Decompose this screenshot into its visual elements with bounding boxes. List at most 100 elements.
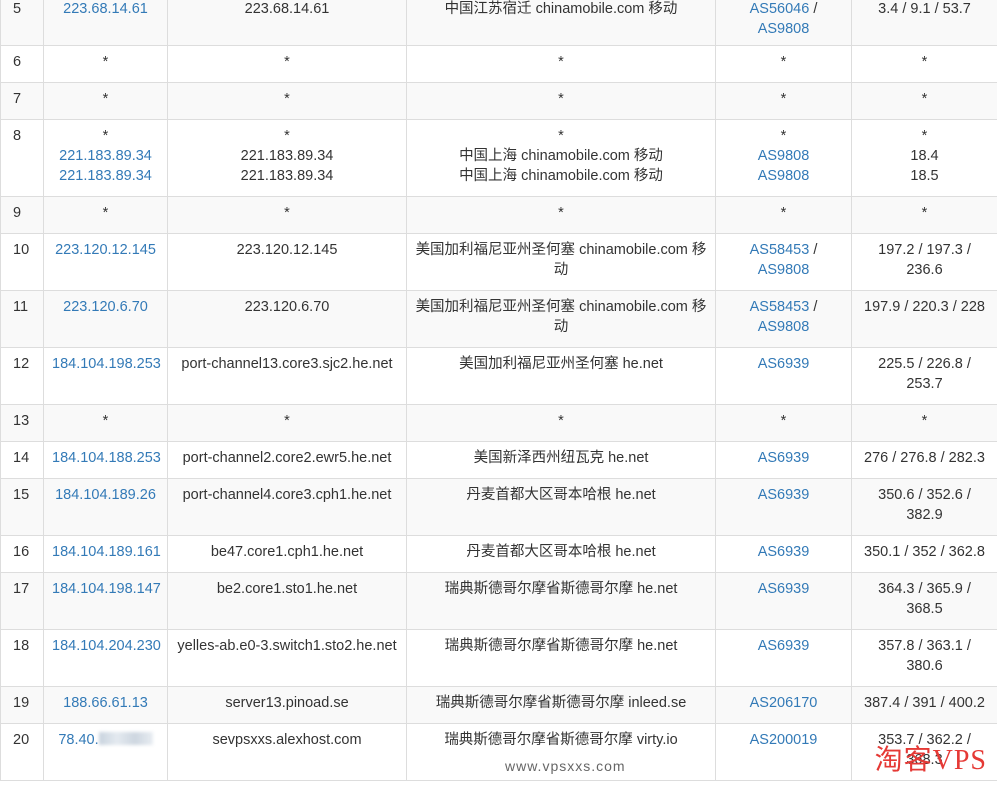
location-cell: 瑞典斯德哥尔摩省斯德哥尔摩 he.net: [406, 572, 716, 630]
ip-address-cell: 184.104.189.161: [43, 535, 168, 573]
location-text: 美国加利福尼亚州圣何塞 chinamobile.com 移动: [415, 299, 707, 335]
table-row: 10 223.120.12.145 223.120.12.145 美国加利福尼亚州圣何…: [0, 233, 997, 291]
table-row: 6 * * * * *: [0, 45, 997, 83]
ip-address-link[interactable]: 78.40.: [58, 732, 98, 748]
latency-cell: 364.3 / 365.9 / 368.5: [851, 572, 997, 630]
asn-link[interactable]: AS6939: [724, 448, 843, 468]
ip-address-link[interactable]: 184.104.204.230: [52, 636, 161, 656]
latency-text: 3.4 / 9.1 / 53.7: [878, 1, 971, 17]
location-text: *: [558, 413, 564, 429]
ip-address-cell: 223.120.12.145: [43, 233, 168, 291]
hostname-cell: be47.core1.cph1.he.net: [167, 535, 407, 573]
hostname-text: *: [284, 128, 290, 144]
ip-address-link[interactable]: 184.104.198.253: [52, 354, 161, 374]
hostname-text: *: [284, 54, 290, 70]
location-cell: *: [406, 404, 716, 442]
asn-link[interactable]: AS9808: [724, 317, 843, 337]
watermark-url: www.vpsxxs.com: [505, 758, 626, 774]
ip-address-cell: 184.104.198.253: [43, 347, 168, 405]
ip-address-cell: *: [43, 45, 168, 83]
location-text: 丹麦首都大区哥本哈根 he.net: [466, 487, 656, 503]
table-row: 14 184.104.188.253 port-channel2.core2.ewr…: [0, 441, 997, 479]
asn-link[interactable]: AS9808: [724, 19, 843, 39]
table-row: 9 * * * * *: [0, 196, 997, 234]
asn-separator: /: [809, 242, 818, 258]
asn-link[interactable]: AS206170: [724, 693, 843, 713]
asn-text: *: [780, 54, 787, 70]
hop-number-cell: 12: [0, 347, 44, 405]
asn-cell: AS56046 / AS9808: [715, 0, 852, 46]
ip-address-link[interactable]: 223.120.6.70: [52, 297, 159, 317]
asn-link[interactable]: AS58453: [750, 242, 810, 258]
ip-address-text: *: [102, 91, 109, 107]
location-text: *: [558, 91, 564, 107]
hop-number-cell: 9: [0, 196, 44, 234]
hostname-text: *: [284, 91, 290, 107]
hostname-text: 223.68.14.61: [244, 1, 330, 17]
ip-address-link[interactable]: 221.183.89.34: [52, 166, 159, 186]
asn-text: *: [780, 413, 787, 429]
latency-cell: 197.2 / 197.3 / 236.6: [851, 233, 997, 291]
location-cell: *: [406, 45, 716, 83]
hostname-text: *: [284, 413, 290, 429]
asn-cell: AS6939: [715, 478, 852, 536]
ip-address-link[interactable]: 184.104.188.253: [52, 448, 161, 468]
table-row: 11 223.120.6.70 223.120.6.70 美国加利福尼亚州圣何塞 ch…: [0, 290, 997, 348]
latency-text: 197.2 / 197.3 / 236.6: [878, 242, 971, 278]
latency-text: 350.6 / 352.6 / 382.9: [878, 487, 971, 523]
ip-address-link[interactable]: 188.66.61.13: [52, 693, 159, 713]
asn-link[interactable]: AS9808: [724, 146, 843, 166]
ip-address-link[interactable]: 184.104.198.147: [52, 579, 161, 599]
ip-address-cell: 223.120.6.70: [43, 290, 168, 348]
ip-address-text: *: [102, 128, 109, 144]
latency-cell: *: [851, 82, 997, 120]
asn-link[interactable]: AS9808: [724, 260, 843, 280]
asn-link[interactable]: AS58453: [750, 299, 810, 315]
ip-address-cell: 184.104.204.230: [43, 629, 168, 687]
asn-link[interactable]: AS6939: [724, 636, 843, 656]
table-row: 16 184.104.189.161 be47.core1.cph1.he.net 丹…: [0, 535, 997, 573]
location-cell: 美国加利福尼亚州圣何塞 he.net: [406, 347, 716, 405]
hostname-text: port-channel2.core2.ewr5.he.net: [182, 450, 392, 466]
ip-address-cell: *: [43, 82, 168, 120]
location-text: 美国新泽西州纽瓦克 he.net: [473, 450, 649, 466]
ip-address-link[interactable]: 221.183.89.34: [52, 146, 159, 166]
hostname-text: server13.pinoad.se: [225, 695, 349, 711]
hostname-cell: *: [167, 404, 407, 442]
location-text: 丹麦首都大区哥本哈根 he.net: [466, 544, 656, 560]
hostname-text: 221.183.89.34: [240, 148, 334, 164]
ip-address-cell: *: [43, 196, 168, 234]
ip-address-link[interactable]: 184.104.189.26: [52, 485, 159, 505]
location-cell: 美国新泽西州纽瓦克 he.net: [406, 441, 716, 479]
hostname-cell: sevpsxxs.alexhost.com: [167, 723, 407, 781]
table-row: 8 * 221.183.89.34 221.183.89.34 * 221.183.89.…: [0, 119, 997, 197]
latency-cell: 197.9 / 220.3 / 228: [851, 290, 997, 348]
location-cell: 瑞典斯德哥尔摩省斯德哥尔摩 he.net: [406, 629, 716, 687]
hop-number-cell: 14: [0, 441, 44, 479]
hop-number-cell: 18: [0, 629, 44, 687]
table-row: 17 184.104.198.147 be2.core1.sto1.he.net 瑞典…: [0, 572, 997, 630]
ip-address-text: *: [102, 413, 109, 429]
hop-number-cell: 15: [0, 478, 44, 536]
location-cell: 美国加利福尼亚州圣何塞 chinamobile.com 移动: [406, 233, 716, 291]
location-text: *: [558, 54, 564, 70]
asn-cell: AS6939: [715, 535, 852, 573]
hop-number-cell: 17: [0, 572, 44, 630]
asn-link[interactable]: AS6939: [724, 354, 843, 374]
asn-link[interactable]: AS56046: [750, 1, 810, 17]
ip-address-link[interactable]: 223.68.14.61: [52, 0, 159, 19]
latency-text: 18.5: [910, 168, 939, 184]
asn-link[interactable]: AS9808: [724, 166, 843, 186]
watermark-logo-text: 淘客VPS: [874, 745, 987, 776]
ip-address-link[interactable]: 223.120.12.145: [52, 240, 159, 260]
asn-link[interactable]: AS6939: [724, 542, 843, 562]
asn-link[interactable]: AS6939: [724, 579, 843, 599]
asn-link[interactable]: AS200019: [724, 730, 843, 750]
asn-cell: * AS9808 AS9808: [715, 119, 852, 197]
asn-link[interactable]: AS6939: [724, 485, 843, 505]
ip-address-link[interactable]: 184.104.189.161: [52, 542, 161, 562]
latency-cell: 225.5 / 226.8 / 253.7: [851, 347, 997, 405]
location-text: 中国上海 chinamobile.com 移动: [459, 148, 663, 164]
latency-text: *: [921, 128, 928, 144]
hop-number-cell: 6: [0, 45, 44, 83]
